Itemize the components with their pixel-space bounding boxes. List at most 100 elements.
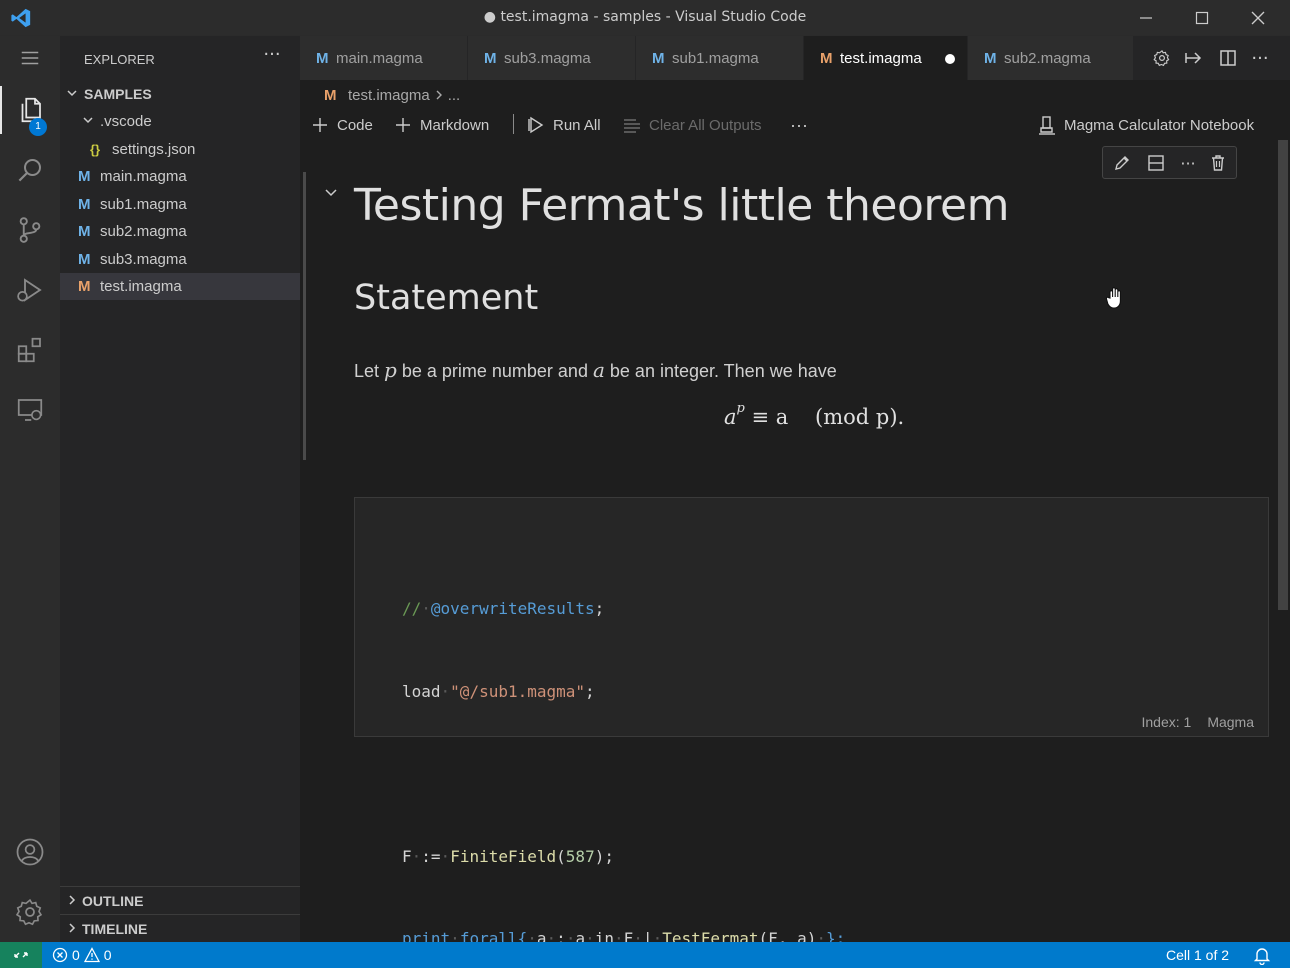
tree-root-samples[interactable]: SAMPLES [60,80,300,107]
split-cell-button[interactable] [1143,151,1169,175]
error-icon [52,947,68,963]
cell-toolbar: ··· [1102,146,1237,179]
tab-test-imagma[interactable]: M test.imagma [804,36,968,80]
tree-root-label: SAMPLES [84,85,152,102]
tree-folder-label: .vscode [100,113,152,130]
run-debug-icon [17,278,42,302]
editor-more-actions-button[interactable]: ··· [1246,44,1274,72]
sidebar-scroll-sash[interactable] [303,172,306,460]
tab-sub3-magma[interactable]: M sub3.magma [468,36,636,80]
breadcrumb-more[interactable]: ... [448,87,461,104]
notebook-settings-button[interactable] [1148,44,1176,72]
tree-file-sub3-magma[interactable]: M sub3.magma [60,246,300,273]
cell-position[interactable]: Cell 1 of 2 [1166,942,1229,968]
close-window-button[interactable] [1230,0,1286,36]
ellipsis-icon: ··· [1180,153,1196,173]
code-editor[interactable]: //·@overwriteResults; load·"@/sub1.magma… [402,540,845,968]
maximize-icon [1195,11,1209,25]
accounts-activity[interactable] [0,824,60,880]
run-all-label: Run All [553,116,601,134]
add-code-cell-button[interactable]: Code [312,112,373,138]
cell-more-button[interactable]: ··· [1175,151,1201,175]
tree-file-settings-json[interactable]: {} settings.json [60,136,300,163]
outline-section[interactable]: OUTLINE [60,886,300,914]
cell-index: Index: 1 [1141,714,1192,730]
kernel-picker[interactable]: Magma Calculator Notebook [1038,112,1254,138]
clear-all-icon [624,119,640,133]
tab-label: sub3.magma [504,49,591,67]
problems-indicator[interactable]: 0 0 [52,942,112,968]
chevron-right-icon [66,893,78,909]
run-all-button[interactable]: Run All [527,112,601,138]
title-bar: ● test.imagma - samples - Visual Studio … [0,0,1290,36]
cell-status: Index: 1 Magma [1141,714,1254,730]
ellipsis-icon: ··· [1251,47,1269,69]
hand-cursor-icon [1105,287,1121,309]
code-keyword: load [402,681,441,701]
show-next-change-button[interactable] [1180,44,1208,72]
status-bar: 0 0 Cell 1 of 2 [0,942,1290,968]
tab-label: main.magma [336,49,423,67]
tree-folder-vscode[interactable]: .vscode [60,108,300,135]
breadcrumb-file[interactable]: test.imagma [348,87,430,104]
markdown-heading-2: Statement [354,278,539,318]
split-editor-button[interactable] [1214,44,1242,72]
tree-file-sub1-magma[interactable]: M sub1.magma [60,191,300,218]
run-debug-activity[interactable] [0,262,60,318]
search-activity[interactable] [0,142,60,198]
edit-cell-button[interactable] [1109,151,1135,175]
timeline-section[interactable]: TIMELINE [60,914,300,942]
math-var-p: p [384,358,397,382]
explorer-header: EXPLORER [84,52,155,67]
editor-scrollbar-thumb[interactable] [1278,140,1288,610]
paragraph-text: be a prime number and [396,361,593,381]
source-control-activity[interactable] [0,202,60,258]
pencil-icon [1115,156,1129,170]
magma-file-icon: M [78,196,91,213]
error-count: 0 [72,947,80,963]
clear-all-outputs-button[interactable]: Clear All Outputs [623,112,762,138]
remote-explorer-activity[interactable] [0,382,60,438]
code-operator: := [421,846,441,866]
tree-file-label: sub3.magma [100,251,187,268]
menu-button[interactable] [0,36,60,80]
explorer-activity[interactable]: 1 [0,82,60,138]
math-base: a [724,405,737,429]
tab-label: sub1.magma [672,49,759,67]
paragraph-text: Let [354,361,385,381]
manage-activity[interactable] [0,884,60,940]
code-cell[interactable]: //·@overwriteResults; load·"@/sub1.magma… [354,497,1269,948]
kernel-label: Magma Calculator Notebook [1064,116,1255,134]
notebook-more-button[interactable]: ··· [790,112,808,138]
explorer-more-button[interactable]: ··· [260,44,284,72]
extensions-activity[interactable] [0,322,60,378]
plus-icon [396,118,410,132]
gear-icon [1153,50,1170,67]
outline-label: OUTLINE [82,892,144,909]
cell-language[interactable]: Magma [1207,714,1254,730]
tab-sub2-magma[interactable]: M sub2.magma [968,36,1134,80]
timeline-label: TIMELINE [82,920,148,937]
bell-icon[interactable] [1252,945,1272,965]
tree-file-sub2-magma[interactable]: M sub2.magma [60,218,300,245]
collapse-chevron-icon[interactable] [320,182,342,204]
magma-file-icon: M [78,251,91,268]
magma-file-icon: M [484,49,497,67]
run-all-icon [528,116,544,134]
tab-main-magma[interactable]: M main.magma [300,36,468,80]
tab-label: test.imagma [840,49,922,67]
maximize-button[interactable] [1174,0,1230,36]
activity-bar: 1 [0,36,60,942]
tree-file-test-imagma[interactable]: M test.imagma [60,273,300,300]
delete-cell-button[interactable] [1205,151,1231,175]
tab-sub1-magma[interactable]: M sub1.magma [636,36,804,80]
extensions-icon [17,337,41,363]
minimize-button[interactable] [1118,0,1174,36]
remote-indicator[interactable] [0,942,42,968]
add-markdown-cell-button[interactable]: Markdown [395,112,489,138]
tree-file-main-magma[interactable]: M main.magma [60,163,300,190]
tab-label: sub2.magma [1004,49,1091,67]
math-rest: ≡ a (mod p). [744,405,905,429]
unsaved-dot-icon[interactable] [945,54,955,64]
